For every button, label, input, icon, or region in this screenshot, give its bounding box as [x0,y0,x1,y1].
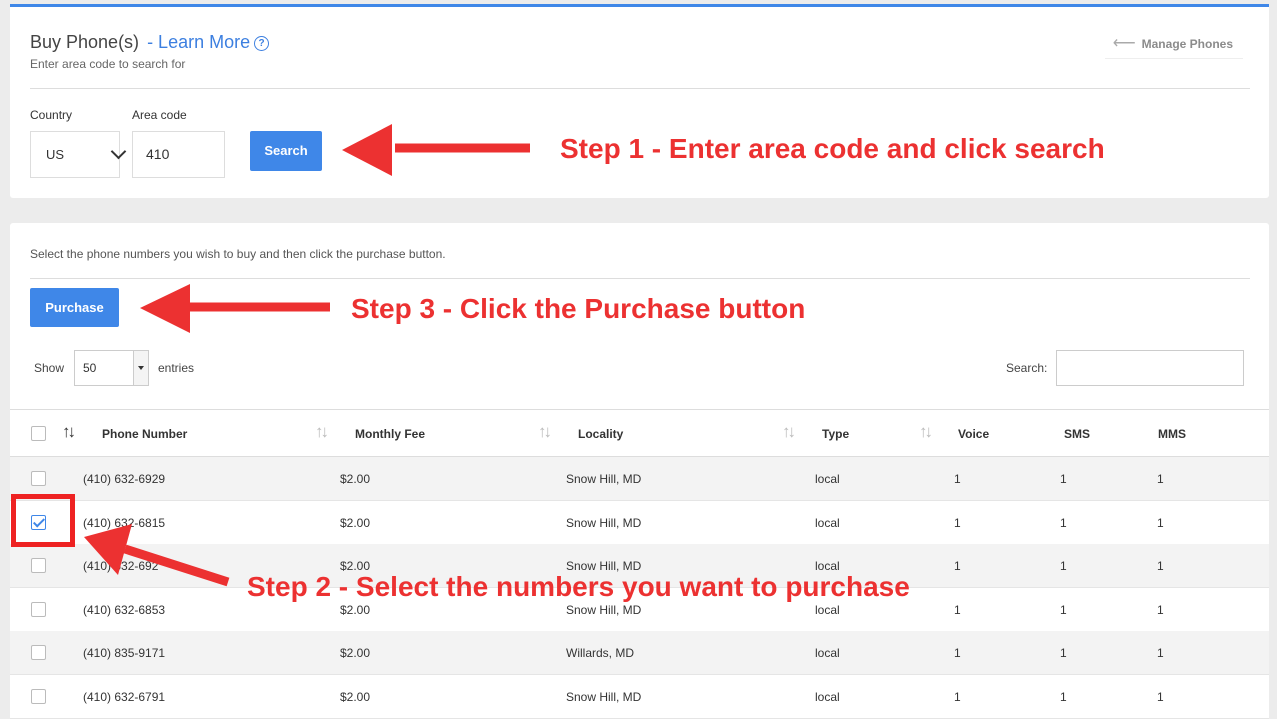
table-header: ↑↓ Phone Number ↑↓ Monthly Fee ↑↓ Locali… [10,410,1269,457]
show-label: Show [34,361,65,375]
cell-mms: 1 [1157,602,1164,617]
entries-label: entries [158,361,195,375]
sort-icon[interactable]: ↑↓ [538,422,552,442]
page-length-value: 50 [83,361,97,375]
instructions-text: Select the phone numbers you wish to buy… [30,247,446,261]
cell-sms: 1 [1060,646,1067,660]
search-button[interactable]: Search [250,131,322,171]
chevron-down-icon [110,143,127,160]
row-checkbox[interactable] [31,601,46,617]
cell-monthly-fee: $2.00 [340,602,371,617]
country-label: Country [30,108,73,122]
page-subtitle: Enter area code to search for [30,57,186,71]
cell-monthly-fee: $2.00 [340,689,371,704]
sort-icon[interactable]: ↑↓ [62,422,76,442]
cell-sms: 1 [1060,602,1067,617]
purchase-button[interactable]: Purchase [30,288,119,327]
page-title-text: Buy Phone(s) [30,32,140,52]
cell-phone-number: (410) 632-6791 [83,689,166,704]
select-all-checkbox[interactable] [31,426,46,441]
manage-phones-label: Manage Phones [1141,37,1233,51]
help-circle-icon[interactable]: ? [254,36,270,51]
cell-voice: 1 [954,515,961,530]
cell-phone-number: (410) 632-692 [83,559,159,573]
sort-icon[interactable]: ↑↓ [782,422,796,442]
manage-phones-button[interactable]: ⟵ Manage Phones [1105,31,1243,59]
cell-sms: 1 [1060,689,1067,704]
cell-locality: Snow Hill, MD [566,472,642,486]
row-checkbox[interactable] [31,471,46,486]
sort-icon[interactable]: ↑↓ [919,422,933,442]
table-search-label: Search: [1006,361,1048,375]
back-arrow-icon: ⟵ [1112,35,1136,52]
cell-phone-number: (410) 632-6929 [83,472,166,486]
row-checkbox[interactable] [31,645,46,660]
col-sms[interactable]: SMS [1064,427,1090,441]
cell-sms: 1 [1060,515,1067,530]
cell-mms: 1 [1157,559,1164,573]
annotation-step1: Step 1 - Enter area code and click searc… [560,133,1105,164]
cell-locality: Snow Hill, MD [566,689,642,704]
selection-highlight-box [11,494,75,547]
col-voice[interactable]: Voice [958,427,989,441]
cell-type: local [815,515,840,530]
cell-phone-number: (410) 632-6815 [83,515,166,530]
learn-more-link[interactable]: - Learn More [147,32,250,52]
cell-sms: 1 [1060,472,1067,486]
divider [30,278,1250,279]
cell-voice: 1 [954,559,961,573]
cell-type: local [815,646,840,660]
caret-down-icon [133,351,148,385]
row-checkbox[interactable] [31,558,46,573]
cell-sms: 1 [1060,559,1067,573]
cell-voice: 1 [954,472,961,486]
divider [30,88,1250,89]
table-row[interactable]: (410) 632-6815 $2.00 Snow Hill, MD local 1 1 1 [10,500,1269,545]
table-row[interactable]: (410) 632-6791 $2.00 Snow Hill, MD local 1 1 1 [10,674,1269,719]
cell-phone-number: (410) 835-9171 [83,646,166,660]
table-row[interactable]: (410) 632-6929 $2.00 Snow Hill, MD local 1 1 1 [10,457,1269,501]
col-monthly-fee[interactable]: Monthly Fee [355,427,425,441]
cell-mms: 1 [1157,689,1164,704]
cell-monthly-fee: $2.00 [340,472,371,486]
cell-voice: 1 [954,689,961,704]
cell-locality: Willards, MD [566,646,634,660]
col-type[interactable]: Type [822,427,849,441]
cell-locality: Snow Hill, MD [566,515,642,530]
annotation-step2: Step 2 - Select the numbers you want to … [247,571,910,602]
cell-mms: 1 [1157,515,1164,530]
cell-mms: 1 [1157,646,1164,660]
row-checkbox[interactable] [31,688,46,704]
cell-voice: 1 [954,646,961,660]
cell-mms: 1 [1157,472,1164,486]
search-card: Buy Phone(s) - Learn More? Enter area cod… [10,7,1269,198]
col-locality[interactable]: Locality [578,427,623,441]
col-mms[interactable]: MMS [1158,427,1186,441]
table-row[interactable]: (410) 835-9171 $2.00 Willards, MD local 1 1 1 [10,631,1269,675]
page-title: Buy Phone(s) - Learn More? [30,32,270,53]
cell-monthly-fee: $2.00 [340,646,371,660]
cell-phone-number: (410) 632-6853 [83,602,166,617]
area-code-label: Area code [132,108,187,122]
cell-type: local [815,472,840,486]
sort-icon[interactable]: ↑↓ [315,422,329,442]
cell-locality: Snow Hill, MD [566,602,642,617]
col-phone-number[interactable]: Phone Number [102,427,187,441]
cell-voice: 1 [954,602,961,617]
country-value: US [46,147,65,162]
country-select[interactable]: US [30,131,127,178]
table-search-input[interactable] [1056,350,1244,386]
page-length-select[interactable]: 50 [74,350,149,386]
cell-type: local [815,689,840,704]
cell-monthly-fee: $2.00 [340,515,371,530]
annotation-step3: Step 3 - Click the Purchase button [351,293,806,324]
cell-type: local [815,602,840,617]
area-code-input[interactable]: 410 [132,131,225,178]
